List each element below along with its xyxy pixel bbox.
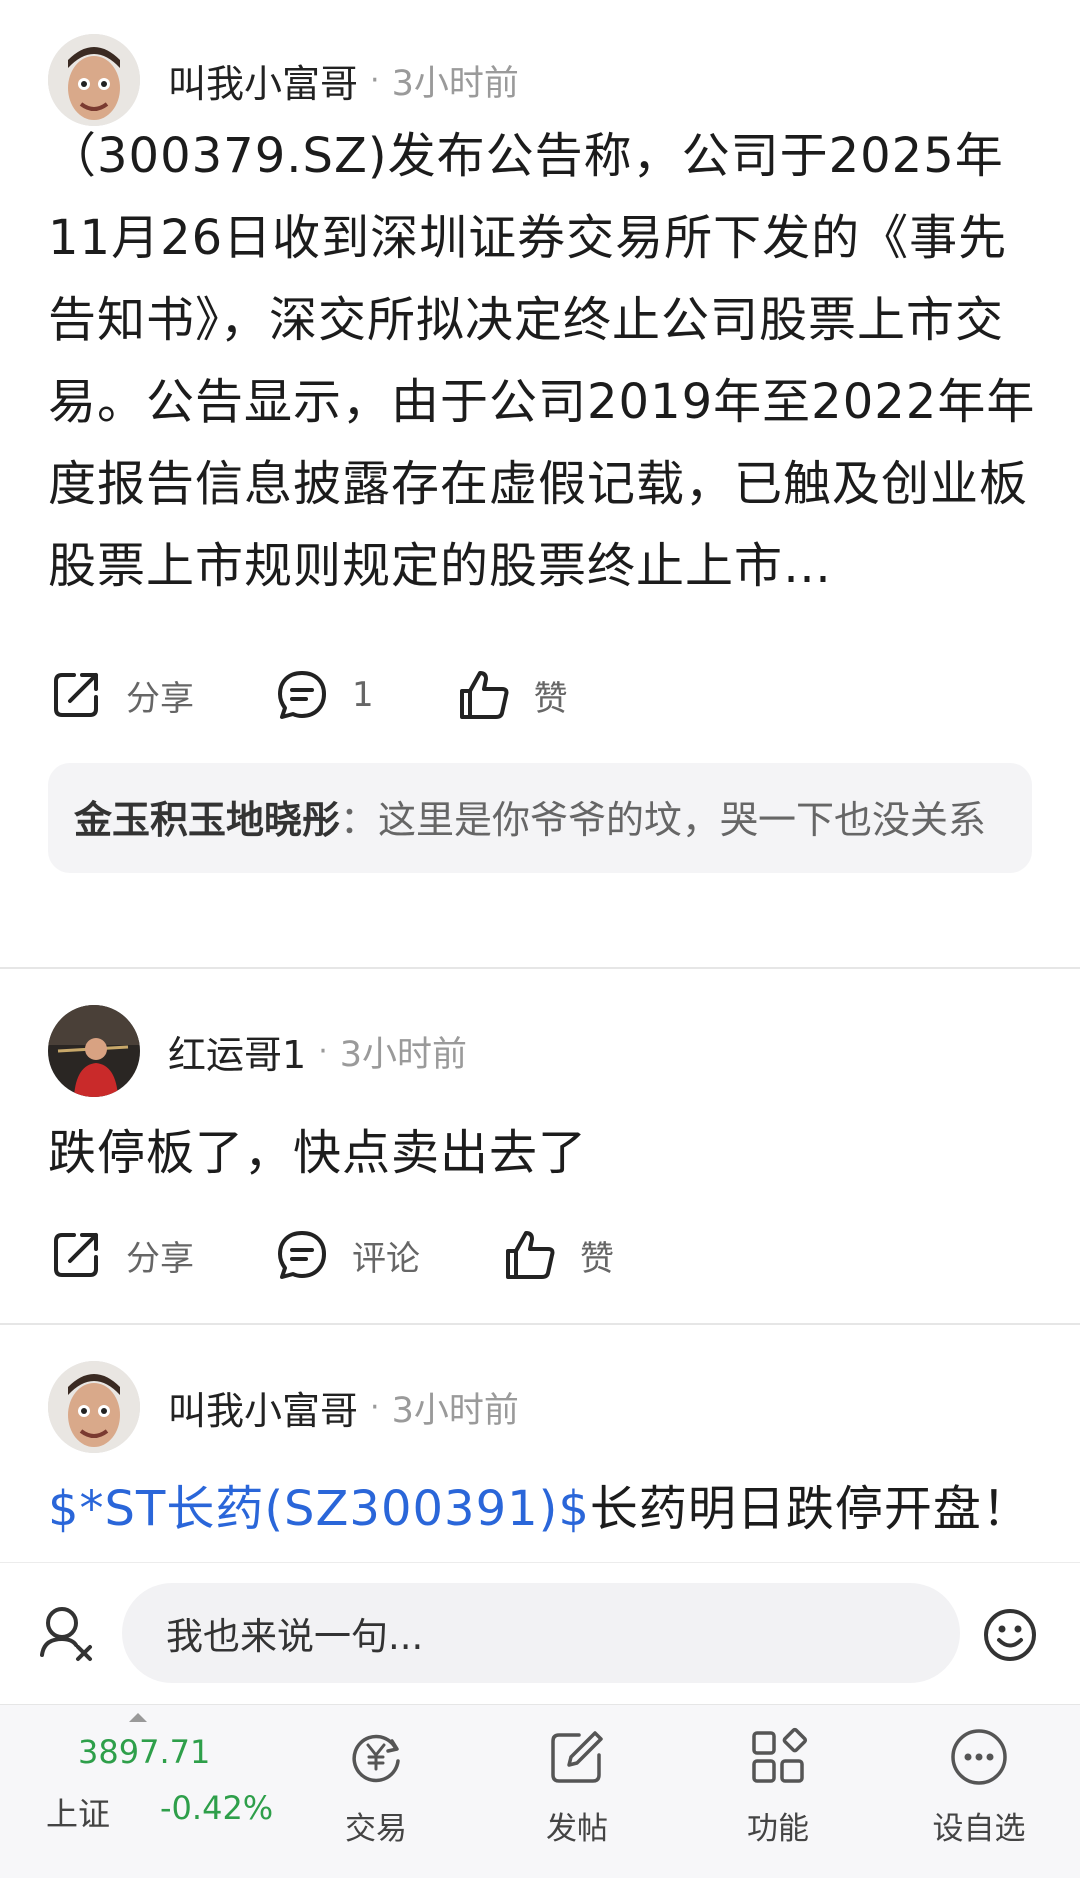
separator-dot: · <box>370 1389 380 1425</box>
index-value: 3897.71 <box>78 1733 211 1771</box>
nav-label: 发帖 <box>546 1811 608 1847</box>
share-button[interactable]: 分享 <box>48 667 194 723</box>
divider <box>0 1323 1080 1325</box>
post-header: 叫我小富哥 · 3小时前 <box>48 1361 519 1453</box>
like-button[interactable]: 赞 <box>502 1227 614 1283</box>
author-name[interactable]: 红运哥1 <box>168 1024 306 1079</box>
divider <box>0 967 1080 969</box>
post-body[interactable]: $*ST长药(SZ300391)$长药明日跌停开盘！ <box>48 1468 1038 1550</box>
nav-label: 交易 <box>345 1811 407 1847</box>
thumbs-up-icon <box>459 671 509 719</box>
share-label: 分享 <box>126 678 194 719</box>
comment-icon <box>278 1231 326 1279</box>
comment-preview[interactable]: 金玉积玉地晓彤：这里是你爷爷的坟，哭一下也没关系 <box>48 763 1032 873</box>
comment-count: 1 <box>352 675 374 715</box>
comment-input-bar: 我也来说一句... <box>0 1562 1080 1705</box>
nav-label: 设自选 <box>932 1811 1026 1847</box>
post-text: 长药明日跌停开盘！ <box>589 1481 1031 1537</box>
trade-yen-icon <box>352 1734 400 1783</box>
comment-user[interactable]: 金玉积玉地晓彤 <box>74 798 340 842</box>
author-name[interactable]: 叫我小富哥 <box>168 1380 358 1435</box>
stock-link[interactable]: $*ST长药(SZ300391)$ <box>48 1481 590 1537</box>
caret-up-icon <box>129 1713 147 1722</box>
avatar[interactable] <box>48 1005 140 1097</box>
avatar[interactable] <box>48 34 140 126</box>
share-icon <box>54 673 98 717</box>
like-button[interactable]: 赞 <box>456 667 568 723</box>
comment-icon <box>278 671 326 719</box>
comment-input[interactable]: 我也来说一句... <box>122 1583 960 1683</box>
share-label: 分享 <box>126 1238 194 1279</box>
index-change: -0.42% <box>160 1789 274 1827</box>
post-header: 红运哥1 · 3小时前 <box>48 1005 467 1097</box>
nav-functions[interactable]: 功能 <box>698 1705 858 1878</box>
share-button[interactable]: 分享 <box>48 1227 194 1283</box>
post-body[interactable]: 跌停板了，快点卖出去了 <box>48 1112 1038 1194</box>
bottom-navigation: 3897.71 上证 -0.42% 交易 发帖 功能 设自选 <box>0 1704 1080 1878</box>
emoji-icon[interactable] <box>982 1607 1038 1663</box>
comment-text: 这里是你爷爷的坟，哭一下也没关系 <box>378 798 987 842</box>
grid-apps-icon <box>752 1727 808 1783</box>
like-label: 赞 <box>533 678 568 719</box>
author-name[interactable]: 叫我小富哥 <box>168 53 358 108</box>
separator-dot: · <box>318 1033 328 1069</box>
post-actions: 分享 评论 赞 <box>48 1225 614 1285</box>
index-name: 上证 <box>46 1795 111 1833</box>
compose-icon <box>551 1731 603 1783</box>
thumbs-up-icon <box>506 1231 555 1279</box>
nav-post[interactable]: 发帖 <box>497 1705 657 1878</box>
post-time: 3小时前 <box>339 1034 468 1075</box>
nav-trade[interactable]: 交易 <box>296 1705 456 1878</box>
more-dots-icon <box>951 1729 1007 1785</box>
voice-input-icon[interactable] <box>38 1603 94 1663</box>
comment-label: 评论 <box>352 1238 420 1279</box>
post-header: 叫我小富哥 · 3小时前 <box>48 34 519 126</box>
nav-add-watchlist[interactable]: 设自选 <box>899 1705 1059 1878</box>
share-icon <box>54 1233 98 1277</box>
market-index-widget[interactable]: 3897.71 上证 -0.42% <box>0 1705 275 1878</box>
post-actions: 分享 1 赞 <box>48 665 568 725</box>
avatar[interactable] <box>48 1361 140 1453</box>
post-body[interactable]: （300379.SZ)发布公告称，公司于2025年11月26日收到深圳证券交易所… <box>48 115 1038 607</box>
comment-button[interactable]: 评论 <box>274 1227 420 1283</box>
post-time: 3小时前 <box>391 1390 519 1431</box>
comment-button[interactable]: 1 <box>274 667 374 723</box>
nav-label: 功能 <box>747 1811 809 1847</box>
separator-dot: · <box>370 62 380 98</box>
like-label: 赞 <box>580 1238 614 1279</box>
comment-separator: ： <box>340 798 379 842</box>
post-time: 3小时前 <box>391 63 519 104</box>
